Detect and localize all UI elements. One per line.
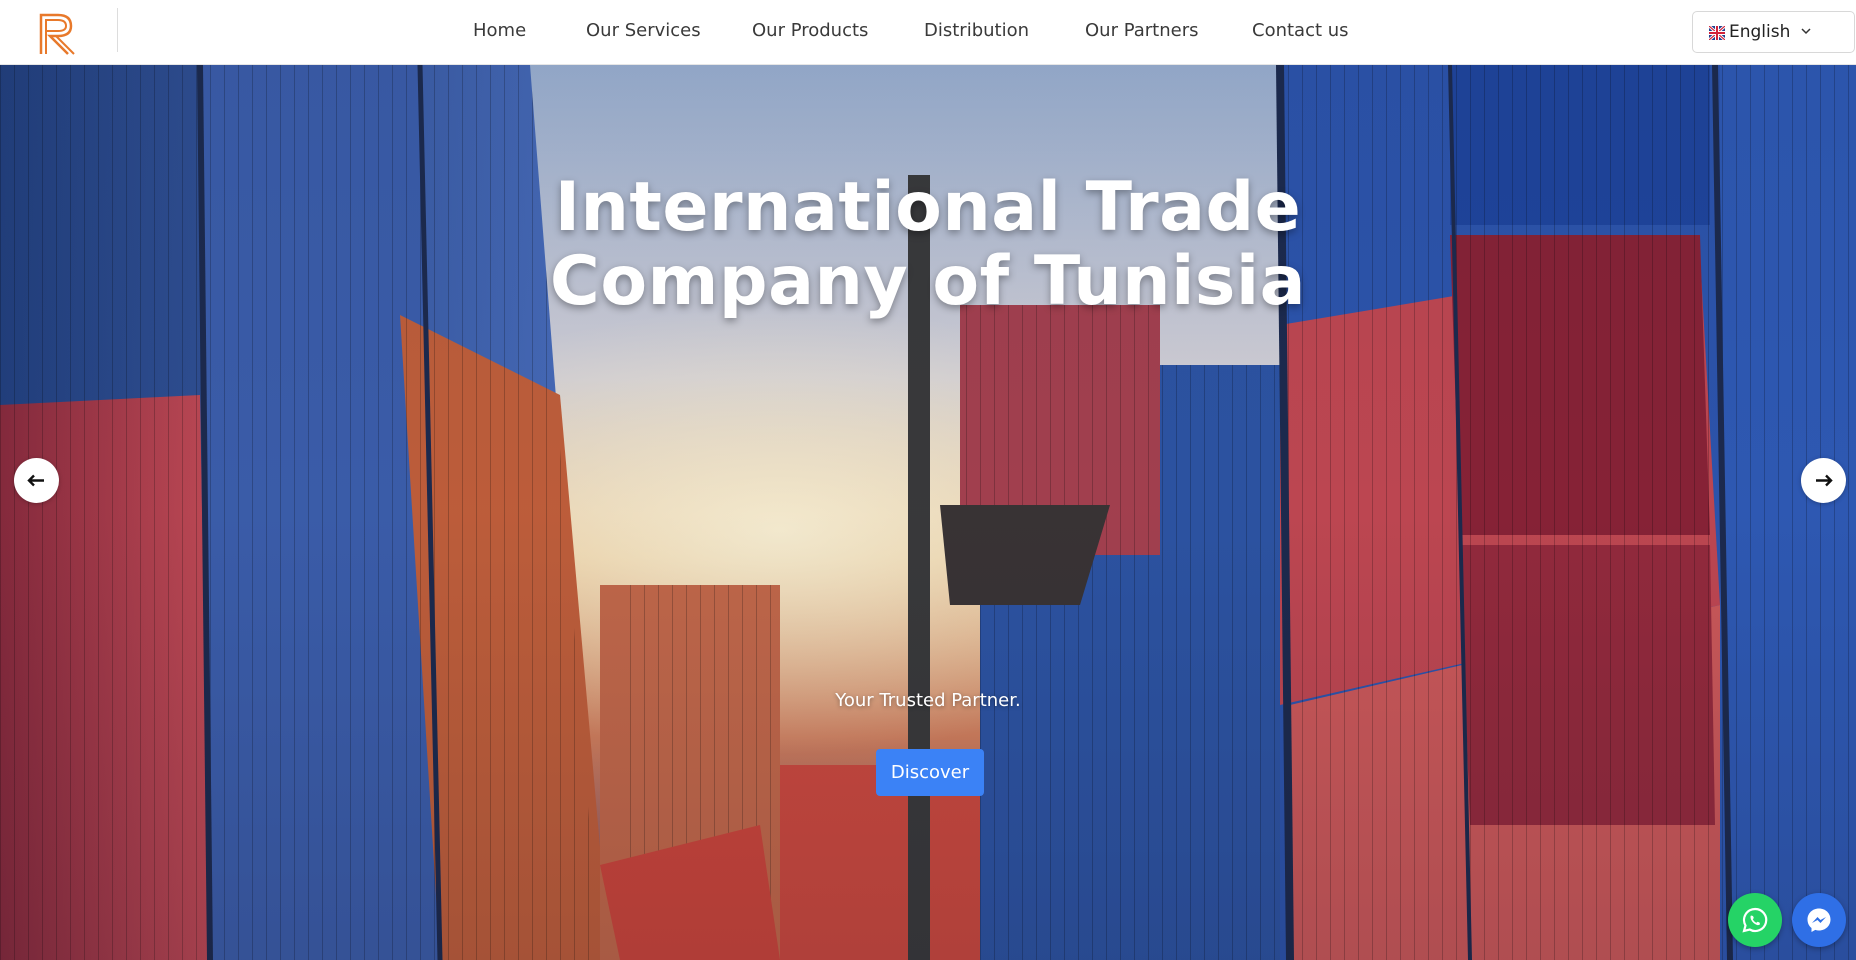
language-label: English [1729, 22, 1791, 42]
slider-prev-button[interactable] [14, 458, 59, 503]
whatsapp-button[interactable] [1728, 893, 1782, 947]
nav-our-services[interactable]: Our Services [586, 20, 701, 46]
nav-our-products[interactable]: Our Products [752, 20, 868, 46]
discover-button[interactable]: Discover [876, 749, 984, 796]
nav-home[interactable]: Home [473, 20, 526, 46]
language-select[interactable]: English [1692, 11, 1855, 53]
nav-distribution[interactable]: Distribution [924, 20, 1029, 46]
arrow-left-icon [27, 474, 44, 487]
nav-contact-us[interactable]: Contact us [1252, 20, 1349, 46]
company-logo[interactable] [38, 12, 78, 56]
hero-slider: International Trade Company of Tunisia Y… [0, 65, 1856, 960]
slider-next-button[interactable] [1801, 458, 1846, 503]
arrow-right-icon [1816, 474, 1833, 487]
hero-title-line-1: International Trade [554, 168, 1302, 247]
header-divider [117, 8, 118, 52]
hero-subtitle: Your Trusted Partner. [835, 690, 1021, 711]
messenger-icon [1807, 908, 1831, 932]
messenger-button[interactable] [1792, 893, 1846, 947]
uk-flag-icon [1709, 26, 1725, 40]
site-header: Home Our Services Our Products Distribut… [0, 0, 1856, 65]
whatsapp-icon [1742, 907, 1768, 933]
nav-our-partners[interactable]: Our Partners [1085, 20, 1199, 46]
hero-title-line-2: Company of Tunisia [549, 242, 1307, 321]
hero-title: International Trade Company of Tunisia [528, 171, 1328, 319]
main-nav: Home Our Services Our Products Distribut… [0, 0, 1856, 65]
chevron-down-icon [1801, 28, 1811, 35]
